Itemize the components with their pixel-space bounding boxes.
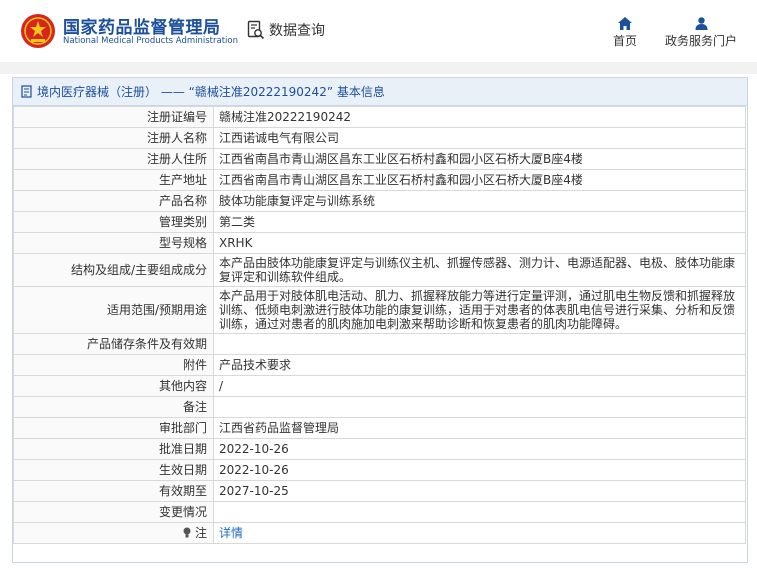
row-value (213, 333, 746, 355)
panel-header: 境内医疗器械（注册） —— “赣械注准20222190242” 基本信息 (13, 78, 747, 106)
search-document-icon (247, 20, 265, 40)
row-label: 其他内容 (13, 375, 214, 397)
row-label: 审批部门 (13, 417, 214, 439)
nav-home-label: 首页 (612, 34, 637, 48)
brand-subtitle: National Medical Products Administration (63, 36, 238, 46)
detail-table: 注册证编号 赣械注准20222190242 注册人名称 江西诺诚电气有限公司 注… (13, 106, 746, 544)
row-value: 肢体功能康复评定与训练系统 (213, 190, 746, 212)
table-row: 注 详情 (13, 522, 746, 544)
row-label: 注 (194, 526, 207, 540)
detail-panel: 境内医疗器械（注册） —— “赣械注准20222190242” 基本信息 注册证… (12, 77, 748, 563)
table-row: 产品储存条件及有效期 (13, 333, 746, 355)
row-value: 详情 (213, 522, 746, 544)
details-link[interactable]: 详情 (219, 526, 243, 540)
row-value: 2022-10-26 (213, 438, 746, 460)
table-row: 型号规格 XRHK (13, 232, 746, 254)
header-divider (0, 62, 757, 74)
table-row: 注册证编号 赣械注准20222190242 (13, 106, 746, 128)
row-value: 2027-10-25 (213, 480, 746, 502)
national-emblem-icon (21, 14, 55, 48)
row-label: 结构及组成/主要组成成分 (13, 253, 214, 287)
table-row: 其他内容 / (13, 375, 746, 397)
site-header: 国家药品监督管理局 National Medical Products Admi… (0, 0, 757, 62)
row-value: / (213, 375, 746, 397)
table-row: 审批部门 江西省药品监督管理局 (13, 417, 746, 439)
row-value: 江西省药品监督管理局 (213, 417, 746, 439)
note-label-cell: 注 (13, 522, 214, 544)
table-row: 产品名称 肢体功能康复评定与训练系统 (13, 190, 746, 212)
table-row: 管理类别 第二类 (13, 211, 746, 233)
row-label: 生产地址 (13, 169, 214, 191)
home-icon (618, 16, 632, 30)
row-label: 型号规格 (13, 232, 214, 254)
data-query-link[interactable]: 数据查询 (247, 19, 325, 41)
row-value: 江西省南昌市青山湖区昌东工业区石桥村鑫和园小区石桥大厦B座4楼 (213, 169, 746, 191)
table-row: 注册人名称 江西诺诚电气有限公司 (13, 127, 746, 149)
row-value: 本产品由肢体功能康复评定与训练仪主机、抓握传感器、测力计、电源适配器、电极、肢体… (213, 253, 746, 287)
row-label: 备注 (13, 396, 214, 418)
nav-portal[interactable]: 政务服务门户 (662, 14, 740, 49)
row-value: 江西省南昌市青山湖区昌东工业区石桥村鑫和园小区石桥大厦B座4楼 (213, 148, 746, 170)
row-label: 适用范围/预期用途 (13, 286, 214, 334)
panel-title: 境内医疗器械（注册） —— “赣械注准20222190242” 基本信息 (37, 85, 385, 99)
bulb-icon (183, 527, 191, 538)
table-row: 变更情况 (13, 501, 746, 523)
row-label: 产品储存条件及有效期 (13, 333, 214, 355)
brand-title[interactable]: 国家药品监督管理局 (63, 13, 221, 38)
table-row: 备注 (13, 396, 746, 418)
row-label: 变更情况 (13, 501, 214, 523)
table-row: 结构及组成/主要组成成分 本产品由肢体功能康复评定与训练仪主机、抓握传感器、测力… (13, 253, 746, 287)
row-value: 2022-10-26 (213, 459, 746, 481)
user-icon (695, 16, 707, 30)
row-value (213, 501, 746, 523)
row-label: 管理类别 (13, 211, 214, 233)
table-row: 附件 产品技术要求 (13, 354, 746, 376)
nav-portal-label: 政务服务门户 (664, 34, 737, 48)
row-value: 赣械注准20222190242 (213, 106, 746, 128)
table-row: 适用范围/预期用途 本产品用于对肢体肌电活动、肌力、抓握释放能力等进行定量评测，… (13, 286, 746, 334)
row-label: 注册证编号 (13, 106, 214, 128)
table-row: 批准日期 2022-10-26 (13, 438, 746, 460)
row-label: 注册人住所 (13, 148, 214, 170)
document-icon (21, 85, 32, 98)
row-label: 注册人名称 (13, 127, 214, 149)
row-label: 产品名称 (13, 190, 214, 212)
row-value: 第二类 (213, 211, 746, 233)
row-value: XRHK (213, 232, 746, 254)
row-label: 生效日期 (13, 459, 214, 481)
data-query-label: 数据查询 (269, 23, 325, 39)
row-label: 附件 (13, 354, 214, 376)
table-row: 生效日期 2022-10-26 (13, 459, 746, 481)
row-label: 批准日期 (13, 438, 214, 460)
row-label: 有效期至 (13, 480, 214, 502)
table-row: 有效期至 2027-10-25 (13, 480, 746, 502)
table-row: 注册人住所 江西省南昌市青山湖区昌东工业区石桥村鑫和园小区石桥大厦B座4楼 (13, 148, 746, 170)
row-value (213, 396, 746, 418)
row-value: 江西诺诚电气有限公司 (213, 127, 746, 149)
nav-home[interactable]: 首页 (610, 14, 640, 49)
row-value: 产品技术要求 (213, 354, 746, 376)
table-row: 生产地址 江西省南昌市青山湖区昌东工业区石桥村鑫和园小区石桥大厦B座4楼 (13, 169, 746, 191)
row-value: 本产品用于对肢体肌电活动、肌力、抓握释放能力等进行定量评测，通过肌电生物反馈和抓… (213, 286, 746, 334)
